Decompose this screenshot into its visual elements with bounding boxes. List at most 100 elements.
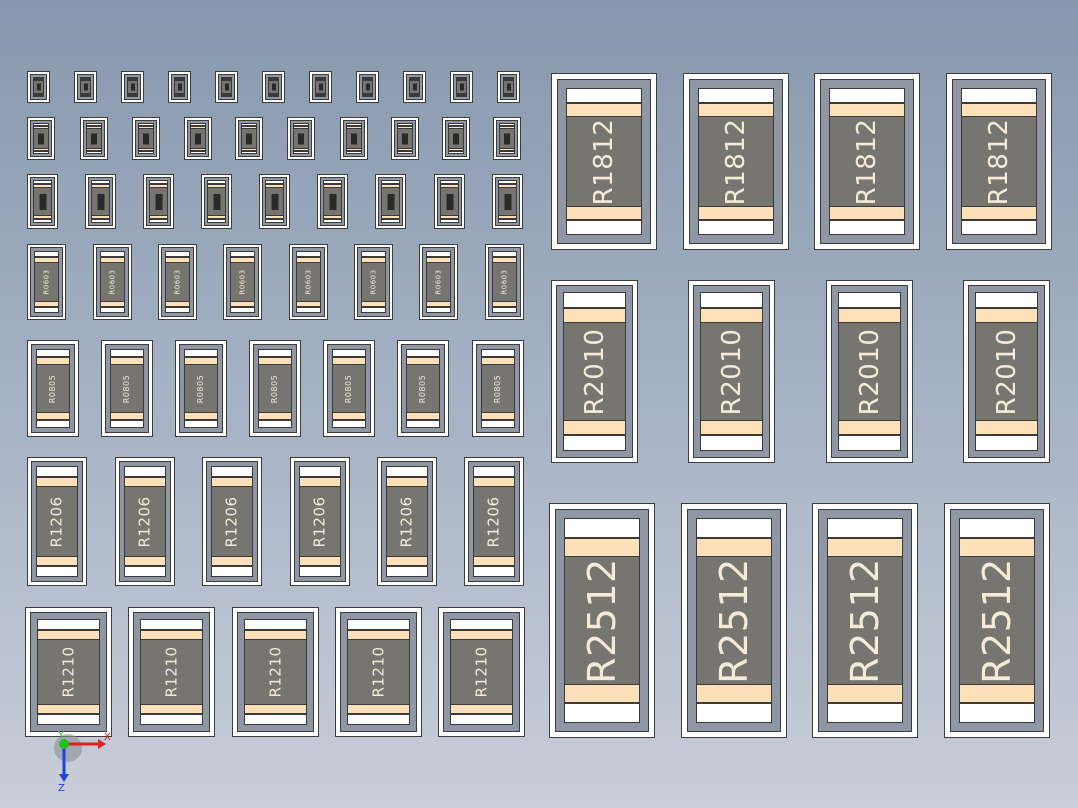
r0201-footprint[interactable] (235, 117, 263, 160)
r01005-footprint[interactable] (121, 71, 144, 103)
r0402-footprint[interactable] (434, 174, 465, 229)
r0201-bottom-pad (499, 151, 515, 154)
r0603-courtyard: R0603 (226, 247, 259, 317)
r01005-footprint[interactable] (74, 71, 97, 103)
r0603-courtyard: R0603 (96, 247, 129, 317)
r01005-footprint[interactable] (356, 71, 379, 103)
r2512-footprint[interactable]: R2512 (549, 503, 655, 738)
r0603-footprint[interactable]: R0603 (223, 244, 262, 320)
r0805-footprint[interactable]: R0805 (27, 340, 79, 437)
r1206-courtyard: R1206 (381, 461, 433, 582)
r1210-top-termination (37, 630, 100, 640)
r2010-footprint[interactable]: R2010 (826, 280, 913, 463)
r01005-footprint[interactable] (27, 71, 50, 103)
r1206-footprint[interactable]: R1206 (464, 457, 524, 586)
r1210-resistor-body: R1210 (450, 640, 513, 704)
r1812-footprint[interactable]: R1812 (946, 73, 1052, 250)
r2010-footprint[interactable]: R2010 (688, 280, 775, 463)
r0201-footprint[interactable] (184, 117, 212, 160)
r0402-footprint[interactable] (317, 174, 348, 229)
r0603-footprint[interactable]: R0603 (158, 244, 197, 320)
r0402-marking-dot (446, 193, 453, 210)
r0805-footprint[interactable]: R0805 (101, 340, 153, 437)
r01005-footprint[interactable] (215, 71, 238, 103)
r2512-top-pad (827, 518, 903, 538)
r0603-footprint[interactable]: R0603 (419, 244, 458, 320)
r0805-courtyard: R0805 (253, 344, 297, 433)
r2010-footprint[interactable]: R2010 (963, 280, 1050, 463)
r01005-marking-dot (412, 83, 417, 91)
r1210-footprint[interactable]: R1210 (232, 607, 319, 737)
r0201-footprint[interactable] (493, 117, 521, 160)
r0201-footprint[interactable] (132, 117, 160, 160)
r1210-footprint[interactable]: R1210 (335, 607, 422, 737)
r0402-footprint[interactable] (27, 174, 58, 229)
r0603-footprint[interactable]: R0603 (289, 244, 328, 320)
r1206-marking-label: R1206 (484, 495, 503, 548)
r0402-courtyard (437, 177, 462, 226)
r1812-top-pad (961, 88, 1037, 103)
r0201-footprint[interactable] (287, 117, 315, 160)
r0402-footprint[interactable] (201, 174, 232, 229)
r01005-courtyard (406, 74, 423, 100)
r0805-footprint[interactable]: R0805 (175, 340, 227, 437)
r0402-footprint[interactable] (375, 174, 406, 229)
r0201-footprint[interactable] (340, 117, 368, 160)
r2512-footprint[interactable]: R2512 (681, 503, 787, 738)
r1812-footprint[interactable]: R1812 (683, 73, 789, 250)
r0402-footprint[interactable] (85, 174, 116, 229)
r01005-marking-dot (130, 83, 135, 91)
r1206-footprint[interactable]: R1206 (115, 457, 175, 586)
r1206-footprint[interactable]: R1206 (290, 457, 350, 586)
r0805-footprint[interactable]: R0805 (472, 340, 524, 437)
r0805-footprint[interactable]: R0805 (249, 340, 301, 437)
r2010-footprint[interactable]: R2010 (551, 280, 638, 463)
r1210-footprint[interactable]: R1210 (128, 607, 215, 737)
triad-y-label: Y (57, 730, 65, 741)
r0603-footprint[interactable]: R0603 (485, 244, 524, 320)
r0201-resistor-body (86, 129, 102, 148)
r01005-footprint[interactable] (168, 71, 191, 103)
r2512-resistor-body: R2512 (696, 557, 772, 684)
r0402-footprint[interactable] (259, 174, 290, 229)
r0402-courtyard (495, 177, 520, 226)
r0402-marking-dot (329, 193, 336, 210)
r1812-footprint[interactable]: R1812 (551, 73, 657, 250)
r01005-footprint[interactable] (309, 71, 332, 103)
r0201-footprint[interactable] (442, 117, 470, 160)
r0805-footprint[interactable]: R0805 (397, 340, 449, 437)
r0603-bottom-pad (296, 307, 321, 313)
r0603-footprint[interactable]: R0603 (93, 244, 132, 320)
r1210-footprint[interactable]: R1210 (25, 607, 112, 737)
r0201-footprint[interactable] (80, 117, 108, 160)
r0603-courtyard: R0603 (30, 247, 63, 317)
r01005-footprint[interactable] (450, 71, 473, 103)
r01005-footprint[interactable] (497, 71, 520, 103)
r1206-footprint[interactable]: R1206 (27, 457, 87, 586)
r2512-footprint[interactable]: R2512 (944, 503, 1050, 738)
r2010-resistor-body: R2010 (838, 323, 901, 420)
r01005-resistor-body (315, 81, 326, 93)
r0201-courtyard (496, 120, 518, 157)
r0805-footprint[interactable]: R0805 (323, 340, 375, 437)
r0402-footprint[interactable] (492, 174, 523, 229)
r1206-footprint[interactable]: R1206 (202, 457, 262, 586)
r0402-footprint[interactable] (143, 174, 174, 229)
r2512-footprint[interactable]: R2512 (812, 503, 918, 738)
cad-viewport[interactable]: R0603 R0603 R0603 R0603 R0603 R0603 R0603 R0603… (0, 0, 1078, 808)
r1812-footprint[interactable]: R1812 (814, 73, 920, 250)
r01005-footprint[interactable] (262, 71, 285, 103)
r0201-footprint[interactable] (391, 117, 419, 160)
r1210-footprint[interactable]: R1210 (438, 607, 525, 737)
r01005-footprint[interactable] (403, 71, 426, 103)
r0201-resistor-body (190, 129, 206, 148)
r0603-footprint[interactable]: R0603 (354, 244, 393, 320)
r0603-resistor-body: R0603 (100, 263, 125, 301)
r01005-bottom-pad (127, 95, 138, 97)
r0603-footprint[interactable]: R0603 (27, 244, 66, 320)
r0201-footprint[interactable] (27, 117, 55, 160)
r0402-marking-dot (213, 193, 220, 210)
r1206-footprint[interactable]: R1206 (377, 457, 437, 586)
r2010-top-termination (975, 308, 1038, 323)
r0201-bottom-pad (190, 151, 206, 154)
